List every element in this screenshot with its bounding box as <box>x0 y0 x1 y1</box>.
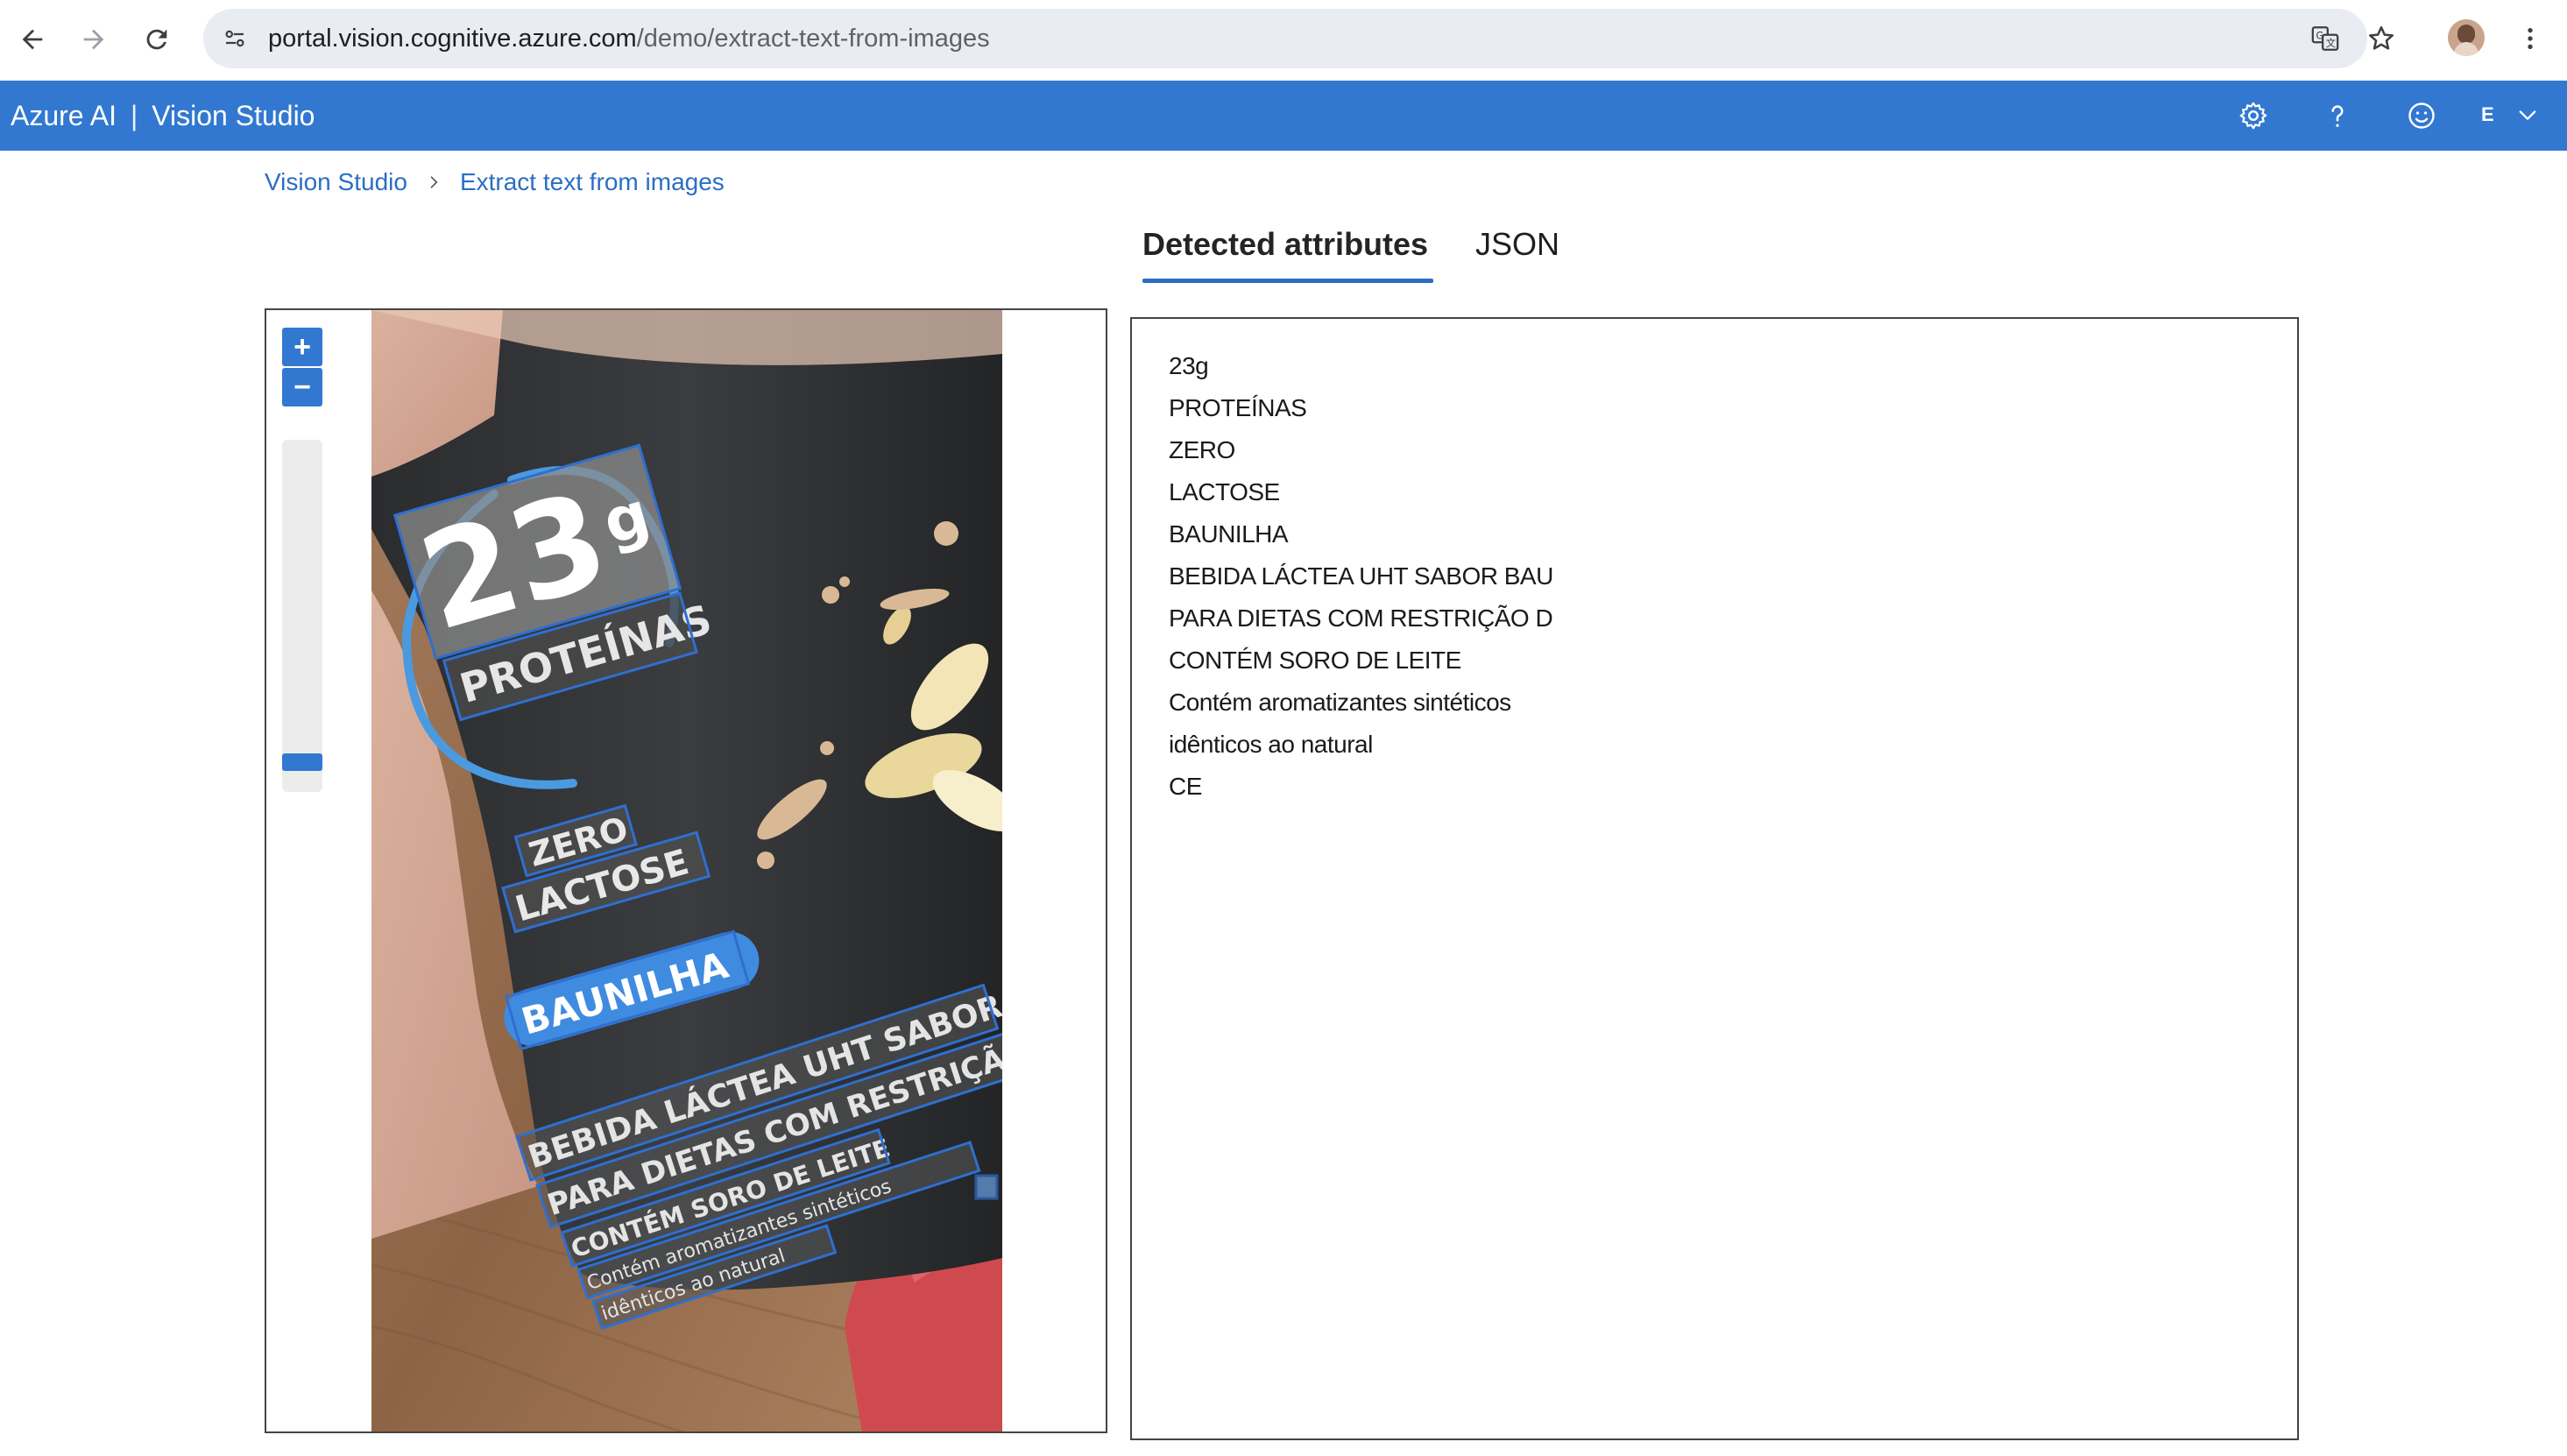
browser-toolbar: portal.vision.cognitive.azure.com/demo/e… <box>0 0 2567 79</box>
zoom-slider-track[interactable] <box>282 440 322 792</box>
tab-json[interactable]: JSON <box>1475 226 1559 263</box>
detected-text-panel: 23g PROTEÍNAS ZERO LACTOSE BAUNILHA BEBI… <box>1130 317 2299 1440</box>
settings-gear-icon[interactable] <box>2234 96 2273 135</box>
result-line: idênticos ao natural <box>1169 731 1373 758</box>
brand[interactable]: Azure AI | Vision Studio <box>11 100 315 132</box>
user-initial[interactable]: E <box>2481 103 2494 126</box>
result-line: CONTÉM SORO DE LEITE <box>1169 647 1461 674</box>
app-header: Azure AI | Vision Studio E <box>0 81 2567 151</box>
zoom-out-button[interactable]: − <box>282 368 322 406</box>
result-line: 23g <box>1169 352 1209 379</box>
product-photo: 23 g PROTEÍNAS ZERO LACTOSE BAUNILHA BEB… <box>371 310 1002 1431</box>
site-settings-icon[interactable] <box>217 21 252 56</box>
brand-name: Azure AI <box>11 100 117 131</box>
url-path: /demo/extract-text-from-images <box>636 25 990 53</box>
result-line: ZERO <box>1169 436 1235 463</box>
result-line: PARA DIETAS COM RESTRIÇÃO D <box>1169 604 1553 632</box>
bookmark-star-icon[interactable] <box>2364 21 2399 56</box>
zoom-in-button[interactable]: + <box>282 328 322 366</box>
active-tab-indicator <box>1142 279 1433 283</box>
tab-detected-attributes[interactable]: Detected attributes <box>1142 226 1428 263</box>
chevron-right-icon <box>425 173 442 191</box>
analyzed-image: 23 g PROTEÍNAS ZERO LACTOSE BAUNILHA BEB… <box>371 310 1002 1431</box>
help-icon[interactable] <box>2318 96 2357 135</box>
back-arrow-icon[interactable] <box>12 19 53 60</box>
zoom-slider-thumb[interactable] <box>282 753 322 771</box>
url-host: portal.vision.cognitive.azure.com <box>268 25 637 53</box>
chevron-down-icon[interactable] <box>2513 100 2542 130</box>
bbox-ce <box>974 1174 999 1200</box>
address-bar[interactable]: portal.vision.cognitive.azure.com/demo/e… <box>203 9 2367 68</box>
product-name: Vision Studio <box>152 100 315 131</box>
feedback-smiley-icon[interactable] <box>2402 96 2441 135</box>
profile-avatar[interactable] <box>2448 19 2485 56</box>
brand-separator: | <box>130 100 138 131</box>
image-viewer: + − 23 g PROTEÍNAS ZERO LACTOSE BAUNILHA… <box>265 308 1107 1433</box>
translate-icon[interactable]: G文 <box>2308 21 2343 56</box>
result-line: Contém aromatizantes sintéticos <box>1169 689 1511 716</box>
result-line: PROTEÍNAS <box>1169 394 1307 421</box>
breadcrumb: Vision Studio Extract text from images <box>265 168 725 196</box>
breadcrumb-extract-text[interactable]: Extract text from images <box>460 168 725 196</box>
result-line: LACTOSE <box>1169 478 1280 505</box>
more-vert-icon[interactable] <box>2513 21 2548 56</box>
result-line: CE <box>1169 773 1202 800</box>
reload-icon[interactable] <box>137 19 177 60</box>
forward-arrow-icon[interactable] <box>74 19 114 60</box>
url-text[interactable]: portal.vision.cognitive.azure.com/demo/e… <box>268 25 990 53</box>
breadcrumb-vision-studio[interactable]: Vision Studio <box>265 168 407 196</box>
svg-text:文: 文 <box>2326 37 2336 49</box>
result-line: BEBIDA LÁCTEA UHT SABOR BAU <box>1169 562 1553 590</box>
result-line: BAUNILHA <box>1169 520 1289 548</box>
